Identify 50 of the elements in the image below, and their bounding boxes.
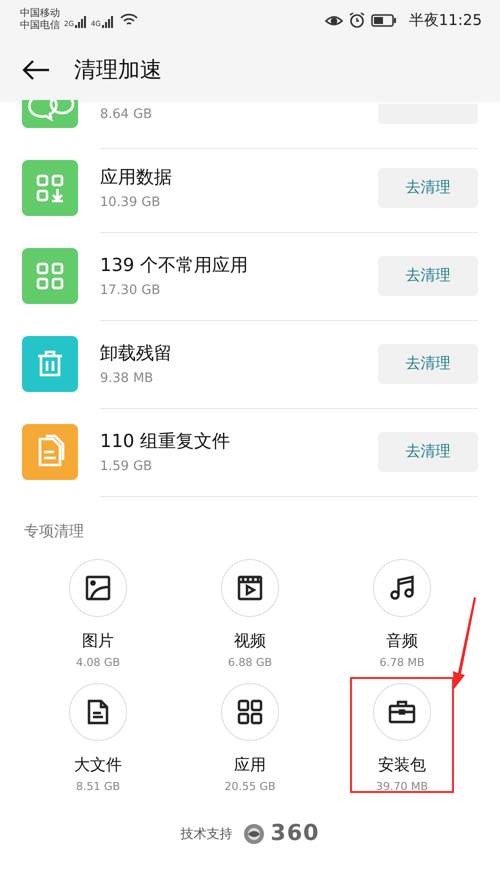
category-size: 20.55 GB [224,780,276,793]
apps-download-icon [36,174,64,202]
clean-button[interactable]: 去清理 [378,432,478,472]
item-title: 139 个不常用应用 [100,254,250,277]
item-title: 卸载残留 [100,342,173,365]
eye-icon [324,13,343,27]
category-label: 应用 [234,755,266,776]
carrier-name: 中国电信 [20,20,60,32]
page-title: 清理加速 [74,57,162,85]
document-icon [85,699,111,725]
trash-icon [36,350,64,376]
item-title: 110 组重复文件 [100,430,232,453]
category-label: 图片 [82,631,114,652]
category-size: 8.51 GB [76,780,120,793]
image-icon [85,575,111,601]
app-grid-icon [36,262,64,290]
item-title: 应用数据 [100,166,173,189]
signal-icon [74,16,87,28]
brand-logo-icon [242,822,265,844]
back-button[interactable] [22,59,50,81]
app-grid-icon [237,699,263,725]
carrier-name: 中国移动 [20,8,60,20]
category-size: 6.88 GB [228,656,272,669]
clean-button[interactable]: 去清理 [378,344,478,384]
clean-button[interactable]: 去清理 [378,168,478,208]
video-icon [237,575,263,601]
support-text: 技术支持 [180,826,233,842]
category-label: 音频 [386,631,418,652]
briefcase-icon [388,700,416,724]
clean-button[interactable]: 去清理 [378,256,478,296]
files-icon [38,434,64,466]
music-note-icon [389,575,415,601]
item-size: 17.30 GB [100,283,162,298]
category-label: 安装包 [378,755,426,776]
category-size: 4.08 GB [76,656,120,669]
battery-icon [370,14,397,26]
item-size: 9.38 MB [100,371,154,386]
category-label: 大文件 [74,755,122,776]
clock-time: 半夜11:25 [408,10,482,30]
item-size: 8.64 GB [100,106,154,122]
brand-name: 360 [270,821,320,846]
section-heading: 专项清理 [23,521,85,541]
category-size: 39.70 MB [376,780,428,793]
signal-icon [102,16,114,28]
alarm-icon [348,12,365,28]
wifi-icon [120,13,138,27]
category-label: 视频 [234,631,266,652]
item-size: 1.59 GB [100,459,154,474]
category-size: 6.78 MB [379,656,425,669]
item-size: 10.39 GB [100,195,162,210]
